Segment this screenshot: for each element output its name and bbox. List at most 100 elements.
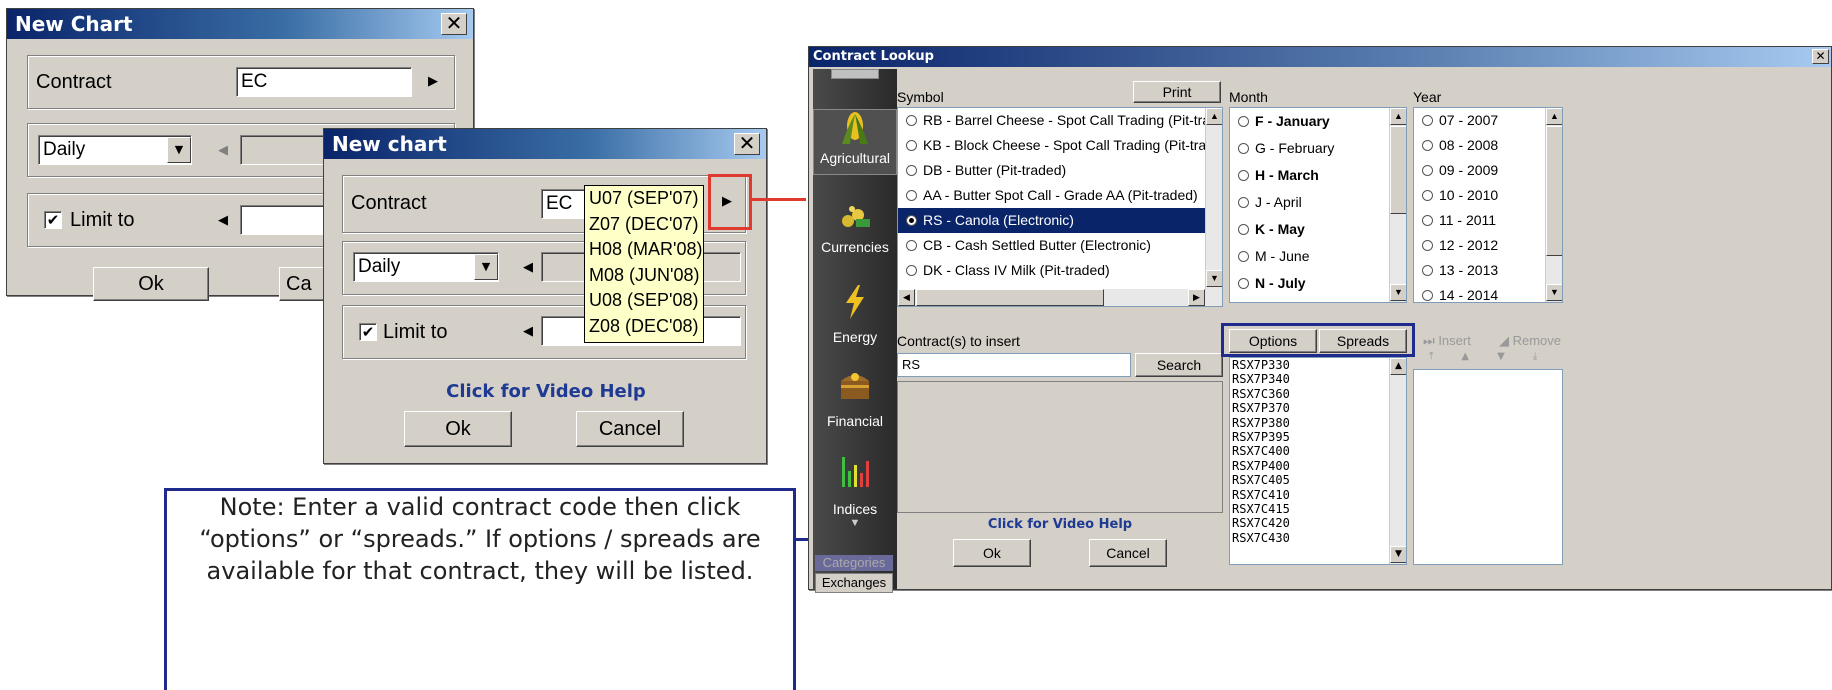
- arrow-up-icon[interactable]: ▲: [1390, 108, 1406, 125]
- year-row[interactable]: 09 - 2009: [1414, 158, 1562, 183]
- result-item[interactable]: RSX7P395: [1230, 430, 1406, 444]
- chevron-down-icon[interactable]: ▼: [813, 517, 897, 529]
- year-row[interactable]: 13 - 2013: [1414, 258, 1562, 283]
- sidebar-item-currencies[interactable]: Currencies: [813, 201, 897, 267]
- options-button[interactable]: Options: [1229, 329, 1317, 353]
- year-row[interactable]: 07 - 2007: [1414, 108, 1562, 133]
- symbol-row-selected[interactable]: RS - Canola (Electronic): [898, 208, 1222, 233]
- year-row[interactable]: 12 - 2012: [1414, 233, 1562, 258]
- year-row[interactable]: 14 - 2014: [1414, 283, 1562, 302]
- arrow-left-icon[interactable]: ◀: [898, 289, 915, 306]
- dropdown-item[interactable]: Z07 (DEC'07): [589, 212, 703, 238]
- sidebar-item-agricultural[interactable]: Agricultural: [813, 109, 897, 175]
- cancel-button[interactable]: Cancel: [576, 411, 684, 447]
- vertical-scrollbar[interactable]: ▲ ▼: [1389, 108, 1406, 302]
- horizontal-scrollbar[interactable]: ◀ ▶: [898, 289, 1222, 306]
- arrow-right-icon[interactable]: ▶: [428, 74, 438, 89]
- arrow-up-icon[interactable]: ▲: [1390, 358, 1406, 375]
- cancel-button[interactable]: Cancel: [1089, 539, 1167, 567]
- close-icon[interactable]: ✕: [1812, 49, 1829, 64]
- result-item[interactable]: RSX7P330: [1230, 358, 1406, 372]
- move-up-icon[interactable]: ▲: [1461, 351, 1497, 362]
- sidebar-scroll-handle[interactable]: [831, 69, 879, 79]
- lookup-title-bar[interactable]: Contract Lookup ✕: [809, 47, 1831, 67]
- year-row[interactable]: 10 - 2010: [1414, 183, 1562, 208]
- categories-tab[interactable]: Categories: [815, 555, 893, 571]
- arrow-up-icon[interactable]: ▲: [1206, 108, 1222, 125]
- result-item[interactable]: RSX7P340: [1230, 372, 1406, 386]
- close-icon[interactable]: ✕: [441, 13, 467, 35]
- symbol-row[interactable]: DB - Butter (Pit-traded): [898, 158, 1222, 183]
- result-item[interactable]: RSX7P370: [1230, 401, 1406, 415]
- exchanges-tab[interactable]: Exchanges: [815, 573, 893, 593]
- year-row[interactable]: 08 - 2008: [1414, 133, 1562, 158]
- result-item[interactable]: RSX7C430: [1230, 531, 1406, 545]
- month-row[interactable]: K - May: [1230, 216, 1406, 243]
- print-button[interactable]: Print: [1133, 81, 1221, 103]
- dropdown-item[interactable]: Z08 (DEC'08): [589, 314, 703, 340]
- arrow-down-icon[interactable]: ▼: [1390, 546, 1406, 563]
- result-item[interactable]: RSX7C420: [1230, 516, 1406, 530]
- result-item[interactable]: RSX7C400: [1230, 444, 1406, 458]
- limit-checkbox[interactable]: ✔: [359, 323, 377, 341]
- dropdown-item[interactable]: H08 (MAR'08): [589, 237, 703, 263]
- video-help-link[interactable]: Click for Video Help: [897, 517, 1223, 532]
- sidebar-item-indices[interactable]: Indices ▼: [813, 453, 897, 529]
- result-item[interactable]: RSX7C405: [1230, 473, 1406, 487]
- arrow-down-icon[interactable]: ▼: [1546, 284, 1562, 301]
- result-item[interactable]: RSX7C360: [1230, 387, 1406, 401]
- symbol-row[interactable]: KB - Block Cheese - Spot Call Trading (P…: [898, 133, 1222, 158]
- arrow-down-icon[interactable]: ▼: [1206, 270, 1222, 287]
- ok-button[interactable]: Ok: [93, 267, 209, 301]
- sidebar-item-energy[interactable]: Energy: [813, 283, 897, 353]
- month-row[interactable]: N - July: [1230, 270, 1406, 297]
- ok-button[interactable]: Ok: [953, 539, 1031, 567]
- ok-button[interactable]: Ok: [404, 411, 512, 447]
- dropdown-item[interactable]: M08 (JUN'08): [589, 263, 703, 289]
- vertical-scrollbar[interactable]: ▲ ▼: [1389, 358, 1406, 564]
- arrow-left-icon[interactable]: ◀: [218, 143, 228, 158]
- year-row[interactable]: 11 - 2011: [1414, 208, 1562, 233]
- contract-input[interactable]: EC: [236, 67, 412, 97]
- chevron-down-icon[interactable]: ▼: [167, 137, 191, 163]
- arrow-left-icon[interactable]: ◀: [218, 213, 228, 228]
- move-bottom-icon[interactable]: ⤓: [1533, 351, 1565, 362]
- result-item[interactable]: RSX7C415: [1230, 502, 1406, 516]
- dropdown-item[interactable]: U08 (SEP'08): [589, 288, 703, 314]
- insert-input[interactable]: RS: [897, 353, 1131, 377]
- vertical-scrollbar[interactable]: ▲ ▼: [1545, 108, 1562, 302]
- month-row[interactable]: M - June: [1230, 243, 1406, 270]
- month-row[interactable]: J - April: [1230, 189, 1406, 216]
- symbol-row[interactable]: CB - Cash Settled Butter (Electronic): [898, 233, 1222, 258]
- remove-button[interactable]: ◢ Remove: [1499, 333, 1561, 349]
- move-down-icon[interactable]: ▼: [1497, 351, 1533, 362]
- scroll-thumb[interactable]: [916, 289, 1104, 306]
- month-row[interactable]: H - March: [1230, 162, 1406, 189]
- search-button[interactable]: Search: [1135, 353, 1223, 377]
- arrow-right-icon[interactable]: ▶: [1188, 289, 1205, 306]
- month-row[interactable]: F - January: [1230, 108, 1406, 135]
- arrow-left-icon[interactable]: ◀: [523, 260, 533, 275]
- arrow-up-icon[interactable]: ▲: [1546, 108, 1562, 125]
- spreads-button[interactable]: Spreads: [1319, 329, 1407, 353]
- arrow-right-icon[interactable]: ▶: [722, 194, 732, 209]
- vertical-scrollbar[interactable]: ▲ ▼: [1205, 108, 1222, 290]
- result-item[interactable]: RSX7P400: [1230, 459, 1406, 473]
- move-top-icon[interactable]: ⤒: [1429, 351, 1461, 362]
- symbol-row[interactable]: AA - Butter Spot Call - Grade AA (Pit-tr…: [898, 183, 1222, 208]
- dropdown-item[interactable]: U07 (SEP'07): [589, 186, 703, 212]
- chevron-down-icon[interactable]: ▼: [474, 254, 498, 280]
- insert-button[interactable]: ⏭ Insert: [1423, 333, 1471, 349]
- dialog-title-bar[interactable]: New Chart ✕: [7, 9, 473, 39]
- close-icon[interactable]: ✕: [734, 133, 760, 155]
- arrow-left-icon[interactable]: ◀: [523, 324, 533, 339]
- limit-checkbox[interactable]: ✔: [44, 211, 62, 229]
- symbol-row[interactable]: RB - Barrel Cheese - Spot Call Trading (…: [898, 108, 1222, 133]
- month-row[interactable]: G - February: [1230, 135, 1406, 162]
- scroll-thumb[interactable]: [1390, 126, 1406, 214]
- symbol-row[interactable]: DK - Class IV Milk (Pit-traded): [898, 258, 1222, 283]
- sidebar-item-financial[interactable]: Financial: [813, 367, 897, 439]
- video-help-link[interactable]: Click for Video Help: [324, 381, 768, 402]
- dialog-title-bar[interactable]: New chart ✕: [324, 129, 766, 159]
- result-item[interactable]: RSX7P380: [1230, 416, 1406, 430]
